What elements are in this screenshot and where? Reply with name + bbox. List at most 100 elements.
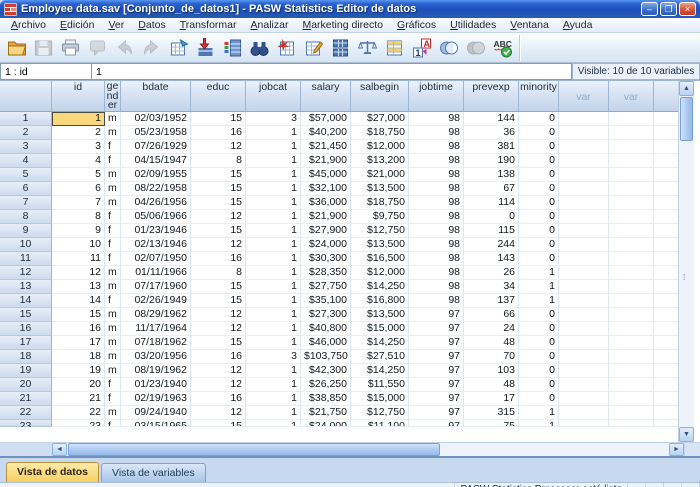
menu-item-utilidades[interactable]: Utilidades bbox=[443, 19, 503, 31]
cell-salbegin-row19[interactable]: $14,250 bbox=[351, 364, 409, 378]
close-button[interactable]: × bbox=[679, 2, 696, 16]
cell-gender-row22[interactable]: m bbox=[105, 406, 121, 420]
cell-minority-row19[interactable]: 0 bbox=[519, 364, 559, 378]
cell-salbegin-row22[interactable]: $12,750 bbox=[351, 406, 409, 420]
cell-var11-row9[interactable] bbox=[609, 224, 654, 238]
vertical-scrollbar[interactable]: ▲ ⁞ ▼ bbox=[678, 81, 694, 442]
cell-jobtime-row4[interactable]: 98 bbox=[409, 154, 464, 168]
cell-id-row11[interactable]: 11 bbox=[52, 252, 105, 266]
cell-minority-row13[interactable]: 1 bbox=[519, 280, 559, 294]
insert-cases-icon[interactable] bbox=[273, 35, 300, 61]
cell-bdate-row14[interactable]: 02/26/1949 bbox=[121, 294, 191, 308]
menu-item-analizar[interactable]: Analizar bbox=[244, 19, 296, 31]
cell-var11-row5[interactable] bbox=[609, 168, 654, 182]
cell-var10-row8[interactable] bbox=[559, 210, 609, 224]
cell-salbegin-row9[interactable]: $12,750 bbox=[351, 224, 409, 238]
horizontal-scroll-track[interactable] bbox=[441, 443, 669, 456]
cell-salary-row19[interactable]: $42,300 bbox=[301, 364, 351, 378]
cell-educ-row7[interactable]: 15 bbox=[191, 196, 246, 210]
cell-minority-row1[interactable]: 0 bbox=[519, 112, 559, 126]
scroll-right-arrow-icon[interactable]: ► bbox=[669, 443, 684, 456]
cell-jobtime-row22[interactable]: 97 bbox=[409, 406, 464, 420]
cell-var11-row20[interactable] bbox=[609, 378, 654, 392]
cell-educ-row16[interactable]: 12 bbox=[191, 322, 246, 336]
cell-salbegin-row16[interactable]: $15,000 bbox=[351, 322, 409, 336]
cell-educ-row6[interactable]: 15 bbox=[191, 182, 246, 196]
column-header-jobtime[interactable]: jobtime bbox=[409, 81, 464, 112]
cell-jobtime-row14[interactable]: 98 bbox=[409, 294, 464, 308]
cell-var10-row4[interactable] bbox=[559, 154, 609, 168]
cell-prevexp-row6[interactable]: 67 bbox=[464, 182, 519, 196]
tab-data-view[interactable]: Vista de datos bbox=[6, 462, 99, 482]
cell-prevexp-row7[interactable]: 114 bbox=[464, 196, 519, 210]
column-header-gender[interactable]: gender bbox=[105, 81, 121, 112]
cell-gender-row2[interactable]: m bbox=[105, 126, 121, 140]
column-header-var-10[interactable]: var bbox=[559, 81, 609, 112]
cell-minority-row10[interactable]: 0 bbox=[519, 238, 559, 252]
cell-educ-row13[interactable]: 15 bbox=[191, 280, 246, 294]
cell-educ-row1[interactable]: 15 bbox=[191, 112, 246, 126]
cell-bdate-row17[interactable]: 07/18/1962 bbox=[121, 336, 191, 350]
cell-gender-row7[interactable]: m bbox=[105, 196, 121, 210]
cell-jobcat-row8[interactable]: 1 bbox=[246, 210, 301, 224]
cell-var10-row20[interactable] bbox=[559, 378, 609, 392]
row-header-3[interactable]: 3 bbox=[0, 140, 52, 154]
cell-jobtime-row19[interactable]: 97 bbox=[409, 364, 464, 378]
minimize-button[interactable]: – bbox=[641, 2, 658, 16]
cell-jobtime-row10[interactable]: 98 bbox=[409, 238, 464, 252]
cell-bdate-row12[interactable]: 01/11/1966 bbox=[121, 266, 191, 280]
row-header-17[interactable]: 17 bbox=[0, 336, 52, 350]
cell-var11-row14[interactable] bbox=[609, 294, 654, 308]
cell-jobcat-row22[interactable]: 1 bbox=[246, 406, 301, 420]
cell-var11-row15[interactable] bbox=[609, 308, 654, 322]
cell-bdate-row15[interactable]: 08/29/1962 bbox=[121, 308, 191, 322]
cell-var10-row1[interactable] bbox=[559, 112, 609, 126]
cell-gender-row10[interactable]: f bbox=[105, 238, 121, 252]
cell-minority-row16[interactable]: 0 bbox=[519, 322, 559, 336]
cell-bdate-row18[interactable]: 03/20/1956 bbox=[121, 350, 191, 364]
cell-var10-row13[interactable] bbox=[559, 280, 609, 294]
pane-split-handle[interactable]: ⁞ bbox=[683, 273, 686, 282]
cell-var10-row15[interactable] bbox=[559, 308, 609, 322]
scroll-left-arrow-icon[interactable]: ◄ bbox=[52, 443, 67, 456]
cell-id-row6[interactable]: 6 bbox=[52, 182, 105, 196]
cell-bdate-row8[interactable]: 05/06/1966 bbox=[121, 210, 191, 224]
row-header-13[interactable]: 13 bbox=[0, 280, 52, 294]
cell-bdate-row22[interactable]: 09/24/1940 bbox=[121, 406, 191, 420]
cell-gender-row18[interactable]: m bbox=[105, 350, 121, 364]
cell-jobtime-row9[interactable]: 98 bbox=[409, 224, 464, 238]
variables-icon[interactable] bbox=[219, 35, 246, 61]
cell-prevexp-row14[interactable]: 137 bbox=[464, 294, 519, 308]
cell-salbegin-row1[interactable]: $27,000 bbox=[351, 112, 409, 126]
cell-bdate-row23[interactable]: 03/15/1965 bbox=[121, 420, 191, 427]
cell-id-row15[interactable]: 15 bbox=[52, 308, 105, 322]
cell-bdate-row9[interactable]: 01/23/1946 bbox=[121, 224, 191, 238]
cell-bdate-row6[interactable]: 08/22/1958 bbox=[121, 182, 191, 196]
cell-var11-row8[interactable] bbox=[609, 210, 654, 224]
cell-salbegin-row5[interactable]: $21,000 bbox=[351, 168, 409, 182]
cell-var11-row1[interactable] bbox=[609, 112, 654, 126]
cell-gender-row8[interactable]: f bbox=[105, 210, 121, 224]
vertical-scroll-thumb[interactable] bbox=[680, 97, 693, 141]
cell-salary-row18[interactable]: $103,750 bbox=[301, 350, 351, 364]
cell-jobtime-row8[interactable]: 98 bbox=[409, 210, 464, 224]
cell-educ-row14[interactable]: 15 bbox=[191, 294, 246, 308]
menu-item-transformar[interactable]: Transformar bbox=[173, 19, 244, 31]
row-header-12[interactable]: 12 bbox=[0, 266, 52, 280]
cell-jobcat-row10[interactable]: 1 bbox=[246, 238, 301, 252]
cell-jobtime-row16[interactable]: 97 bbox=[409, 322, 464, 336]
cell-id-row23[interactable]: 23 bbox=[52, 420, 105, 427]
cell-gender-row21[interactable]: f bbox=[105, 392, 121, 406]
cell-educ-row17[interactable]: 15 bbox=[191, 336, 246, 350]
cell-bdate-row16[interactable]: 11/17/1964 bbox=[121, 322, 191, 336]
cell-jobcat-row23[interactable]: 1 bbox=[246, 420, 301, 427]
cell-id-row20[interactable]: 20 bbox=[52, 378, 105, 392]
cell-jobcat-row1[interactable]: 3 bbox=[246, 112, 301, 126]
cell-jobtime-row7[interactable]: 98 bbox=[409, 196, 464, 210]
cell-jobcat-row17[interactable]: 1 bbox=[246, 336, 301, 350]
cell-var10-row11[interactable] bbox=[559, 252, 609, 266]
cell-educ-row4[interactable]: 8 bbox=[191, 154, 246, 168]
row-header-4[interactable]: 4 bbox=[0, 154, 52, 168]
cell-educ-row2[interactable]: 16 bbox=[191, 126, 246, 140]
cell-educ-row3[interactable]: 12 bbox=[191, 140, 246, 154]
